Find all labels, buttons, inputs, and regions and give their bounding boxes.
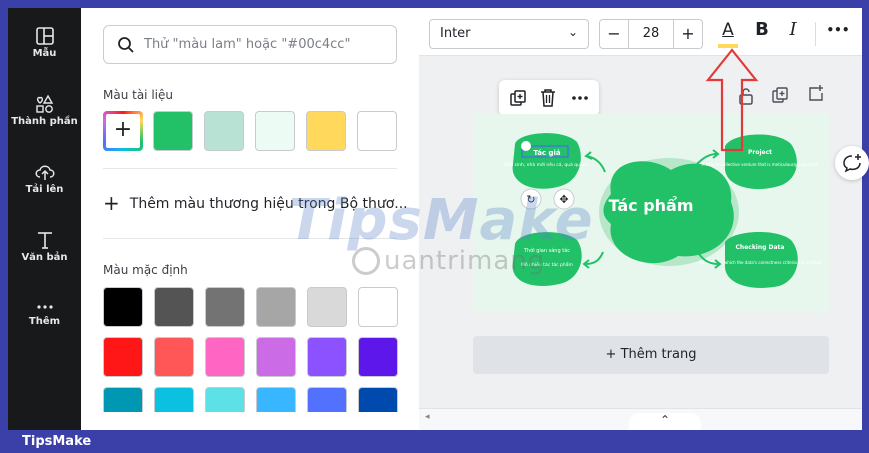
watermark-sub: uantrimang [352,246,545,276]
watermark-logo: TipsMake [288,188,594,253]
highlight-arrow-icon [705,48,759,152]
footer-brand: TipsMake [0,430,869,453]
watermark-q-icon [352,247,380,275]
watermark-sub-text: uantrimang [384,246,546,276]
